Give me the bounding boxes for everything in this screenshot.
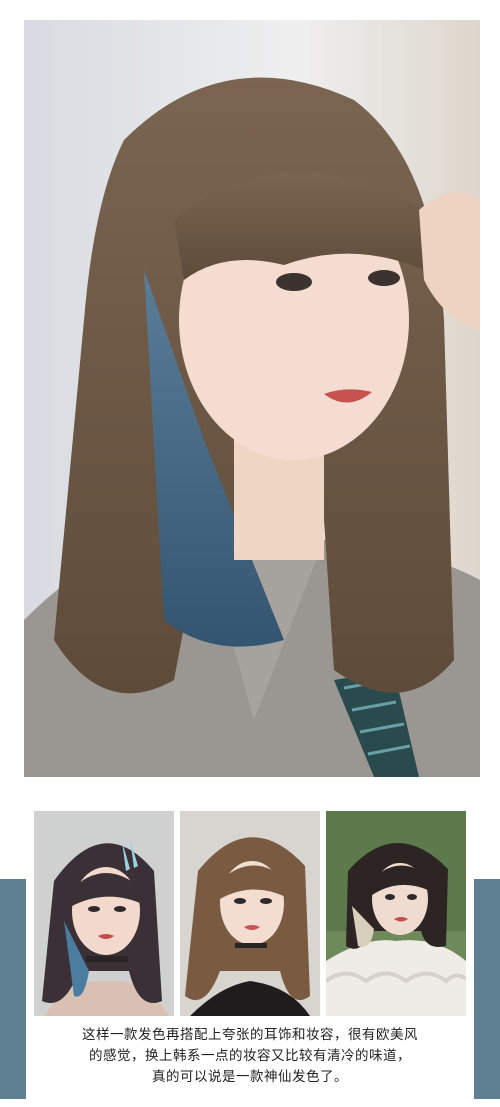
thumbnail-1-illustration xyxy=(34,811,174,1016)
caption-line-1: 这样一款发色再搭配上夸张的耳饰和妆容，很有欧美风 xyxy=(82,1027,418,1043)
caption-line-3: 真的可以说是一款神仙发色了。 xyxy=(152,1069,348,1085)
thumbnail-frame: 这样一款发色再搭配上夸张的耳饰和妆容，很有欧美风 的感觉，换上韩系一点的妆容又比… xyxy=(26,803,474,1099)
caption-text: 这样一款发色再搭配上夸张的耳饰和妆容，很有欧美风 的感觉，换上韩系一点的妆容又比… xyxy=(34,1025,466,1088)
thumbnail-photo-1 xyxy=(34,811,174,1016)
right-accent-bar xyxy=(474,879,500,1099)
thumbnail-3-illustration xyxy=(326,811,466,1016)
lower-panel: 这样一款发色再搭配上夸张的耳饰和妆容，很有欧美风 的感觉，换上韩系一点的妆容又比… xyxy=(0,777,500,1107)
thumbnail-photo-3 xyxy=(326,811,466,1016)
hero-illustration xyxy=(24,20,480,777)
thumbnail-photo-2 xyxy=(180,811,320,1016)
caption-line-2: 的感觉，换上韩系一点的妆容又比较有清冷的味道， xyxy=(89,1048,411,1064)
thumbnail-2-illustration xyxy=(180,811,320,1016)
hero-photo xyxy=(24,20,480,777)
left-accent-bar xyxy=(0,879,26,1099)
